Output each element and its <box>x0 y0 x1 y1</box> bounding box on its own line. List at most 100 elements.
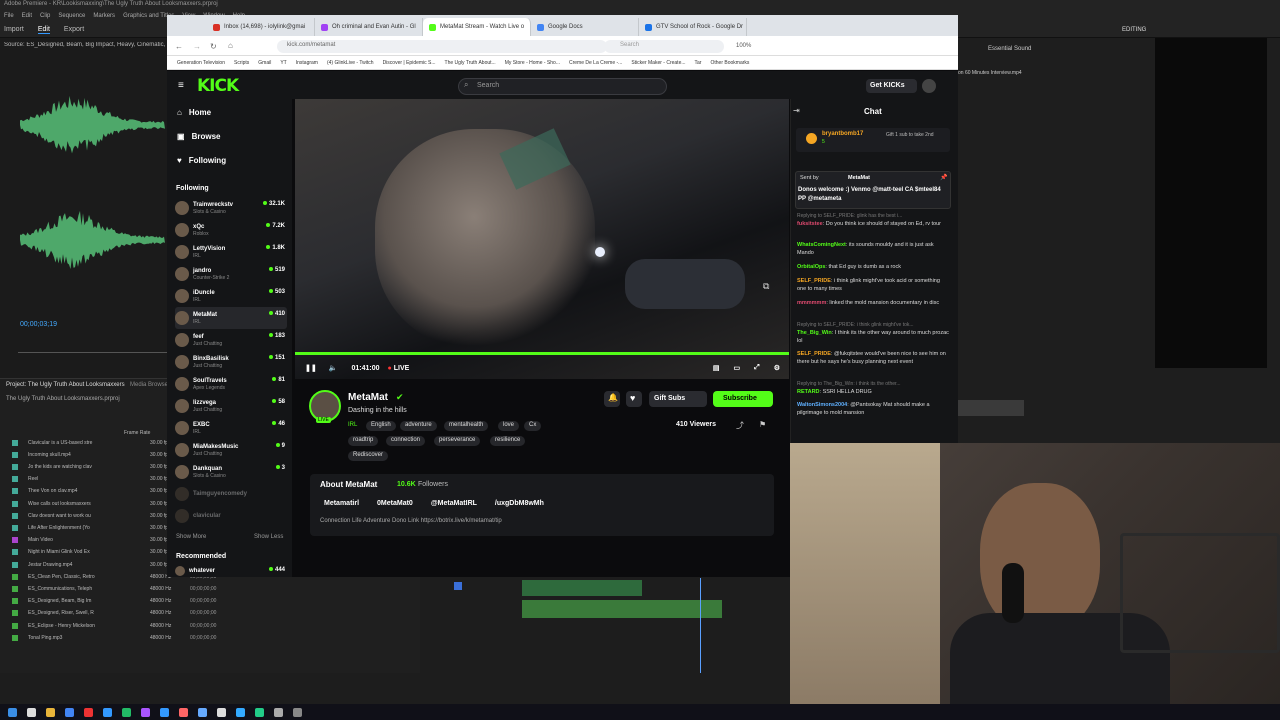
followed-channel[interactable]: jandro Counter-Strike 2 519 <box>175 263 287 285</box>
reload-icon[interactable]: ↻ <box>210 42 217 51</box>
report-icon[interactable]: ⚑ <box>759 420 766 429</box>
track-target-a1[interactable] <box>454 582 462 590</box>
video-player[interactable]: ⧉ <box>295 99 789 379</box>
show-more-link[interactable]: Show More <box>176 534 206 540</box>
followed-channel[interactable]: feef Just Chatting 183 <box>175 329 287 351</box>
chat-username[interactable]: SELF_PRIDE <box>797 351 831 357</box>
project-item[interactable]: ES_Designed, Beam, Big Im 48000 Hz 00;00;0… <box>12 596 412 607</box>
taskbar-app-icon[interactable] <box>46 707 55 717</box>
menu-item[interactable]: Sequence <box>58 13 85 19</box>
chat-username[interactable]: RETARD <box>797 389 820 395</box>
chat-message[interactable]: Replying to SELF_PRIDE: i think glink mi… <box>797 321 949 345</box>
taskbar-app-icon[interactable] <box>103 707 112 717</box>
chat-message[interactable]: OrbitalOps: that Ed guy is dumb as a roc… <box>797 263 949 271</box>
editing-label[interactable]: EDITING <box>1122 27 1146 33</box>
taskbar-app-icon[interactable] <box>141 707 150 717</box>
taskbar-app-icon[interactable] <box>217 707 226 717</box>
bookmark-item[interactable]: Tar <box>695 60 702 66</box>
theater-icon[interactable]: ▭ <box>733 364 740 372</box>
stream-tag[interactable]: connection <box>386 436 426 446</box>
menu-item[interactable]: Edit <box>22 13 32 19</box>
timeline-clip-audio[interactable] <box>522 600 722 618</box>
followed-channel[interactable]: SoulTravels Apex Legends 81 <box>175 373 287 395</box>
pin-icon[interactable]: 📌 <box>940 174 947 181</box>
notification-bell-button[interactable]: 🔔 <box>604 391 620 407</box>
taskbar-app-icon[interactable] <box>84 707 93 717</box>
taskbar-app-icon[interactable] <box>236 707 245 717</box>
browser-tab[interactable]: Oh criminal and Evan Autin - Gl <box>315 18 423 36</box>
bookmark-item[interactable]: YT <box>280 60 286 66</box>
discord-link[interactable]: /uxgDbM8wMh <box>495 500 544 507</box>
bookmark-item[interactable]: The Ugly Truth About... <box>445 60 496 66</box>
browser-tab[interactable]: Google Docs <box>531 18 639 36</box>
menu-item[interactable]: Markers <box>93 13 115 19</box>
followed-channel[interactable]: xQc Roblox 7.2K <box>175 219 287 241</box>
bookmark-item[interactable]: Creme De La Creme -... <box>569 60 622 66</box>
followed-channel[interactable]: iDuncle IRL 503 <box>175 285 287 307</box>
menu-item[interactable]: Clip <box>40 13 50 19</box>
browser-tab[interactable]: MetaMat Stream - Watch Live o <box>423 18 531 36</box>
timeline-clip-video[interactable] <box>522 580 642 596</box>
project-tab[interactable]: Project: The Ugly Truth About Looksmaxxe… <box>6 382 125 388</box>
followed-channel[interactable]: EXBC IRL 46 <box>175 417 287 439</box>
bookmark-item[interactable]: Instagram <box>296 60 318 66</box>
taskbar-app-icon[interactable] <box>255 707 264 717</box>
workspace-tab[interactable]: Export <box>64 26 84 34</box>
pause-icon[interactable]: ❚❚ <box>305 364 317 372</box>
chat-username[interactable]: SELF_PRIDE <box>797 278 831 284</box>
follow-button[interactable]: ♥ <box>626 391 642 407</box>
gift-prompt[interactable]: Gift 1 sub to take 2nd <box>886 132 946 138</box>
bookmark-item[interactable]: Gmail <box>258 60 271 66</box>
gift-subs-button[interactable]: Gift Subs <box>649 391 707 407</box>
stream-tag[interactable]: English <box>366 421 396 431</box>
stream-tag[interactable]: adventure <box>400 421 437 431</box>
chat-message[interactable]: mmmmmm: linked the mold mansion document… <box>797 299 949 307</box>
followed-channel[interactable]: Dankquan Slots & Casino 3 <box>175 461 287 483</box>
followed-channel[interactable]: MetaMat IRL 410 <box>175 307 287 329</box>
channel-name[interactable]: MetaMat <box>348 392 388 403</box>
taskbar-app-icon[interactable] <box>160 707 169 717</box>
followed-channel[interactable]: LettyVision IRL 1.8K <box>175 241 287 263</box>
clip-icon[interactable]: ▤ <box>713 364 720 372</box>
taskbar-app-icon[interactable] <box>65 707 74 717</box>
user-avatar[interactable] <box>922 79 936 93</box>
stream-tag[interactable]: IRL <box>348 421 362 431</box>
back-icon[interactable]: ← <box>175 42 183 51</box>
show-less-link[interactable]: Show Less <box>254 534 283 540</box>
chat-message[interactable]: Replying to SELF_PRIDE: glink has the be… <box>797 212 949 228</box>
forward-icon[interactable]: → <box>193 42 201 51</box>
kick-search-input[interactable]: Search <box>458 78 667 95</box>
chat-username[interactable]: WaltonSimons2004 <box>797 402 847 408</box>
taskbar-app-icon[interactable] <box>293 707 302 717</box>
bookmark-item[interactable]: My Store - Home - Sho... <box>505 60 560 66</box>
volume-icon[interactable]: 🔈 <box>329 364 338 372</box>
video-progress-bar[interactable] <box>295 352 789 355</box>
browser-search-input[interactable]: Search <box>604 40 724 53</box>
chat-message[interactable]: SELF_PRIDE: @fukqitstee would've been ni… <box>797 350 949 366</box>
followed-channel[interactable]: Taimguyencomedy <box>175 483 287 505</box>
taskbar-app-icon[interactable] <box>122 707 131 717</box>
browser-tab[interactable]: Inbox (14,698) - iolylink@gmai <box>207 18 315 36</box>
workspace-tab[interactable]: Edit <box>37 26 50 34</box>
chat-message[interactable]: Replying to The_Big_Win: i think its the… <box>797 380 949 396</box>
followed-channel[interactable]: lizzvega Just Chatting 58 <box>175 395 287 417</box>
media-browser-tab[interactable]: Media Browser <box>130 382 170 388</box>
followed-channel[interactable]: BinxBasilisk Just Chatting 151 <box>175 351 287 373</box>
chat-username[interactable]: The_Big_Win <box>797 330 832 336</box>
bookmark-item[interactable]: Sticker Maker - Create... <box>631 60 685 66</box>
stream-tag[interactable]: resilience <box>490 436 526 446</box>
fullscreen-icon[interactable]: ⤢ <box>754 364 760 372</box>
source-scrub-bar[interactable] <box>18 352 168 353</box>
taskbar-app-icon[interactable] <box>8 707 17 717</box>
followed-channel[interactable]: Trainwreckstv Slots & Casino 32.1K <box>175 197 287 219</box>
project-item[interactable]: ES_Designed, Riser, Swell, R 48000 Hz 00;0… <box>12 608 412 619</box>
followed-channel[interactable]: clavicular <box>175 505 287 527</box>
bookmark-item[interactable]: Generation Television <box>177 60 225 66</box>
instagram-link[interactable]: Metamatirl <box>324 500 359 507</box>
project-item[interactable]: ES_Communications, Teleph 48000 Hz 00;00;0… <box>12 583 412 594</box>
stream-tag[interactable]: perseverance <box>434 436 481 446</box>
taskbar-app-icon[interactable] <box>27 707 36 717</box>
project-item[interactable]: ES_Eclipse - Henry Mickelson 48000 Hz 00;0… <box>12 620 412 631</box>
pip-icon[interactable]: ⧉ <box>763 281 769 292</box>
chat-message[interactable]: WhatsComingNext: its sounds mouldy and i… <box>797 241 949 257</box>
